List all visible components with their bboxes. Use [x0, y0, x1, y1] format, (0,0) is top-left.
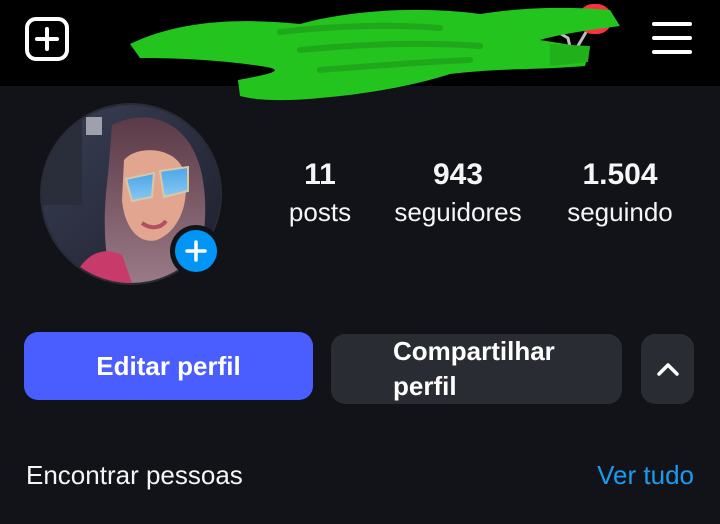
suggestions-toggle-button[interactable] [641, 334, 694, 404]
stat-following-label: seguindo [567, 197, 673, 227]
menu-hamburger-icon[interactable] [648, 17, 696, 59]
stat-followers-label: seguidores [394, 197, 522, 227]
share-profile-button[interactable]: Compartilhar perfil [331, 334, 622, 404]
account-switch-chevron-icon[interactable] [470, 27, 498, 49]
top-app-bar: 4 [0, 0, 720, 86]
new-post-icon[interactable] [24, 16, 70, 62]
plus-icon [175, 230, 217, 272]
stat-posts[interactable]: 11 posts [270, 158, 370, 228]
stat-following-count: 1.504 [582, 158, 658, 191]
stat-following[interactable]: 1.504 seguindo [550, 158, 690, 228]
edit-profile-button[interactable]: Editar perfil [24, 332, 313, 400]
add-story-button[interactable] [170, 225, 222, 277]
stat-posts-count: 11 [304, 158, 336, 191]
stat-posts-label: posts [288, 197, 352, 227]
share-profile-label: Compartilhar perfil [393, 336, 555, 401]
status-dot [511, 31, 527, 47]
see-all-link[interactable]: Ver tudo [597, 460, 694, 491]
chevron-up-icon [656, 363, 679, 376]
discover-people-title: Encontrar pessoas [26, 460, 243, 490]
stat-followers[interactable]: 943 seguidores [378, 158, 538, 228]
notification-badge: 4 [578, 4, 612, 34]
profile-screen: 4 11 posts 943 seguidores 1.504 seguindo… [0, 0, 720, 524]
stat-followers-count: 943 [432, 158, 484, 191]
